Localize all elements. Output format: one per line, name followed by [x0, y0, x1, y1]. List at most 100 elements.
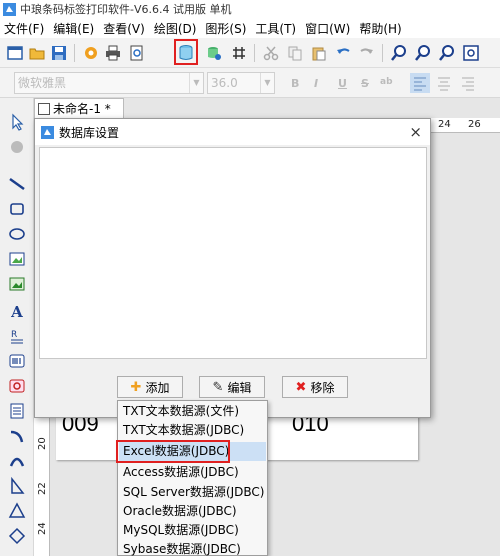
align-center-icon[interactable]	[434, 73, 454, 93]
toolbar-separator	[382, 44, 383, 62]
ruler-label: 22	[37, 482, 48, 495]
chevron-down-icon: ▼	[189, 73, 203, 93]
plus-icon: ✚	[130, 379, 142, 395]
barcode-tool-icon[interactable]	[8, 352, 26, 370]
print-icon[interactable]	[104, 44, 122, 62]
menu-help[interactable]: 帮助(H)	[359, 20, 401, 37]
edit-icon: ✎	[212, 379, 224, 395]
image-tool-icon[interactable]	[8, 250, 26, 268]
settings-gear-icon[interactable]	[82, 44, 100, 62]
arc-tool-icon[interactable]	[8, 452, 26, 470]
add-datasource-button[interactable]: ✚ 添加	[117, 376, 183, 398]
document-icon	[38, 102, 50, 115]
toolbar-separator	[74, 44, 75, 62]
zoom-fit-icon[interactable]	[438, 44, 456, 62]
triangle-tool-icon[interactable]	[8, 502, 26, 520]
database-settings-dialog: 数据库设置 × ✚ 添加 ✎ 编辑 ✖ 移除	[34, 118, 431, 418]
subscript-button[interactable]: ab	[380, 77, 393, 87]
menu-item-mysql-jdbc[interactable]: MySQL数据源(JDBC)	[119, 521, 266, 540]
database-button-highlight	[174, 39, 198, 65]
dialog-title: 数据库设置	[59, 125, 120, 140]
drawing-toolbar: A R	[0, 98, 34, 556]
window-title: 中琅条码标签打印软件-V6.6.4 试用版 单机	[20, 3, 232, 16]
align-left-icon[interactable]	[410, 73, 430, 93]
ruler-label: 26	[468, 119, 481, 130]
qrcode-tool-icon[interactable]	[8, 377, 26, 395]
datasource-type-menu: TXT文本数据源(文件) TXT文本数据源(JDBC) Excel数据源(JDB…	[117, 400, 268, 556]
edit-datasource-button[interactable]: ✎ 编辑	[199, 376, 265, 398]
app-logo-icon	[41, 125, 54, 139]
menu-item-txt-file[interactable]: TXT文本数据源(文件)	[119, 402, 266, 421]
remove-datasource-button[interactable]: ✖ 移除	[282, 376, 348, 398]
italic-button[interactable]: I	[314, 77, 318, 90]
cut-icon[interactable]	[262, 44, 280, 62]
save-icon[interactable]	[50, 44, 68, 62]
title-bar: 中琅条码标签打印软件-V6.6.4 试用版 单机	[0, 0, 500, 18]
menu-bar: 文件(F) 编辑(E) 查看(V) 绘图(D) 图形(S) 工具(T) 窗口(W…	[0, 18, 500, 38]
menu-item-access-jdbc[interactable]: Access数据源(JDBC)	[119, 463, 266, 482]
zoom-window-icon[interactable]	[462, 44, 480, 62]
zoom-in-icon[interactable]	[390, 44, 408, 62]
add-button-label: 添加	[145, 380, 170, 395]
picture-tool-icon[interactable]	[8, 275, 26, 293]
undo-icon[interactable]	[334, 44, 352, 62]
paste-icon[interactable]	[310, 44, 328, 62]
menu-shape[interactable]: 图形(S)	[205, 20, 246, 37]
ruler-label: 24	[37, 522, 48, 535]
polygon-tool-icon[interactable]	[8, 477, 26, 495]
zoom-out-icon[interactable]	[414, 44, 432, 62]
toolbar-separator	[254, 44, 255, 62]
menu-file[interactable]: 文件(F)	[4, 20, 44, 37]
menu-edit[interactable]: 编辑(E)	[53, 20, 94, 37]
ruler-label: 24	[438, 119, 451, 130]
bold-button[interactable]: B	[291, 77, 299, 90]
new-document-icon[interactable]	[6, 44, 24, 62]
menu-window[interactable]: 窗口(W)	[305, 20, 350, 37]
svg-text:A: A	[10, 303, 23, 320]
font-size-select[interactable]: 36.0 ▼	[207, 72, 275, 94]
menu-item-txt-jdbc[interactable]: TXT文本数据源(JDBC)	[119, 421, 266, 440]
strikethrough-button[interactable]: S	[361, 77, 369, 90]
copy-icon[interactable]	[286, 44, 304, 62]
font-family-select[interactable]: 微软雅黑 ▼	[14, 72, 204, 94]
align-right-icon[interactable]	[458, 73, 478, 93]
font-family-value: 微软雅黑	[18, 76, 67, 90]
chevron-down-icon: ▼	[260, 73, 274, 93]
line-tool-icon[interactable]	[8, 175, 26, 193]
document-tab[interactable]: 未命名-1 *	[34, 98, 124, 118]
close-icon[interactable]: ×	[409, 123, 422, 141]
format-toolbar: 微软雅黑 ▼ 36.0 ▼ B I U S ab	[0, 68, 500, 98]
menu-item-sqlserver-jdbc[interactable]: SQL Server数据源(JDBC)	[119, 483, 266, 502]
menu-tools[interactable]: 工具(T)	[255, 20, 296, 37]
print-preview-icon[interactable]	[128, 44, 146, 62]
menu-draw[interactable]: 绘图(D)	[154, 20, 197, 37]
diamond-tool-icon[interactable]	[8, 527, 26, 545]
datasource-list[interactable]	[39, 147, 427, 359]
paragraph-text-icon[interactable]: R	[8, 327, 26, 345]
menu-view[interactable]: 查看(V)	[103, 20, 145, 37]
remove-x-icon: ✖	[295, 379, 307, 395]
open-folder-icon[interactable]	[28, 44, 46, 62]
redo-icon[interactable]	[358, 44, 376, 62]
svg-text:R: R	[11, 330, 17, 340]
curve-tool-icon[interactable]	[8, 427, 26, 445]
excel-item-highlight	[116, 440, 230, 463]
pointer-icon[interactable]	[8, 113, 26, 131]
dialog-title-bar: 数据库设置 ×	[35, 119, 430, 145]
text-tool-icon[interactable]: A	[8, 302, 26, 320]
menu-item-oracle-jdbc[interactable]: Oracle数据源(JDBC)	[119, 502, 266, 521]
document-tab-title: 未命名-1 *	[53, 102, 111, 116]
app-logo-icon	[3, 2, 16, 16]
grid-icon[interactable]	[230, 44, 248, 62]
rectangle-tool-icon[interactable]	[8, 200, 26, 218]
edit-button-label: 编辑	[227, 380, 252, 395]
ellipse-tool-icon[interactable]	[8, 225, 26, 243]
remove-button-label: 移除	[310, 380, 335, 395]
font-size-value: 36.0	[211, 76, 238, 90]
table-tool-icon[interactable]	[8, 402, 26, 420]
database-link-icon[interactable]	[205, 44, 223, 62]
underline-button[interactable]: U	[338, 77, 347, 90]
main-toolbar	[0, 38, 500, 68]
menu-item-sybase-jdbc[interactable]: Sybase数据源(JDBC)	[119, 540, 266, 556]
pan-hand-icon[interactable]	[8, 138, 26, 156]
